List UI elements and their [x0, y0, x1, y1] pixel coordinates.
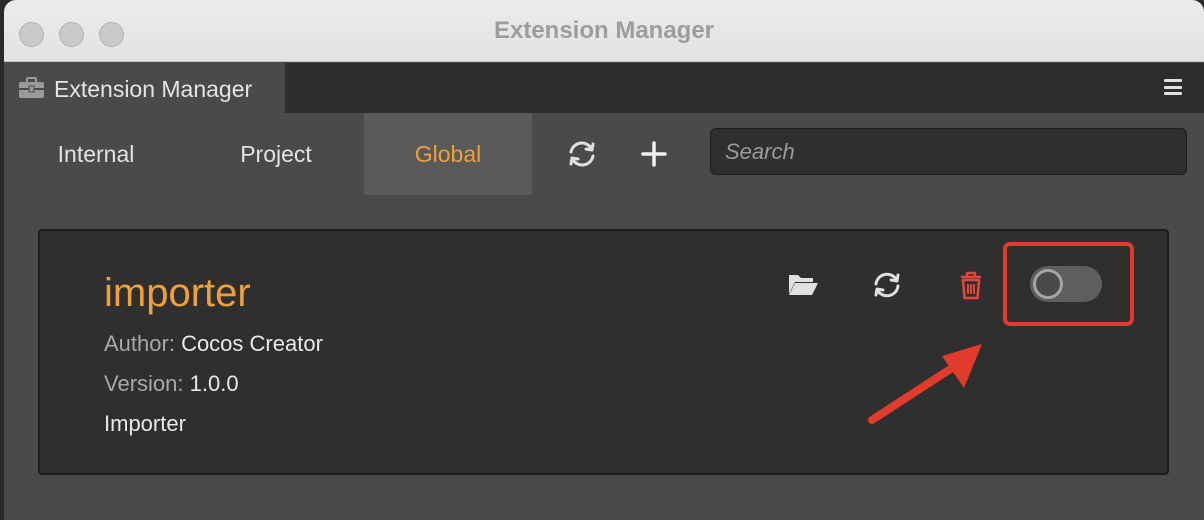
- reload-extension-icon[interactable]: [870, 269, 904, 301]
- extension-version: Version: 1.0.0: [104, 371, 239, 397]
- author-value: Cocos Creator: [181, 331, 323, 356]
- panel-header: Extension Manager: [4, 63, 1204, 113]
- window-title: Extension Manager: [493, 17, 715, 44]
- annotation-highlight-box: [1003, 242, 1134, 326]
- extension-description: Importer: [104, 411, 186, 436]
- extension-tabs: Internal Project Global: [4, 113, 1204, 195]
- add-extension-button[interactable]: [637, 137, 671, 171]
- hamburger-menu-icon[interactable]: [1164, 79, 1182, 95]
- extension-author: Author: Cocos Creator: [104, 331, 323, 357]
- tab-internal[interactable]: Internal: [4, 113, 188, 195]
- panel-tab-label: Extension Manager: [54, 76, 253, 102]
- extension-card: importer Author: Cocos Creator Version: …: [38, 229, 1169, 475]
- author-label: Author:: [104, 331, 175, 356]
- trash-icon[interactable]: [954, 269, 988, 301]
- title-bar: Extension Manager: [4, 0, 1204, 62]
- folder-open-icon[interactable]: [786, 269, 820, 301]
- version-value: 1.0.0: [189, 371, 239, 396]
- extension-manager-window: Extension Manager Extension Manager Inte…: [4, 0, 1204, 520]
- search-input[interactable]: [710, 128, 1187, 175]
- toolbox-icon: [19, 77, 44, 98]
- extension-name: importer: [104, 271, 251, 315]
- tab-project[interactable]: Project: [188, 113, 364, 195]
- version-label: Version:: [104, 371, 184, 396]
- tab-global[interactable]: Global: [364, 113, 532, 195]
- refresh-list-button[interactable]: [565, 137, 599, 171]
- annotation-arrow-icon: [868, 344, 982, 424]
- panel-tab-extension-manager[interactable]: Extension Manager: [4, 63, 285, 113]
